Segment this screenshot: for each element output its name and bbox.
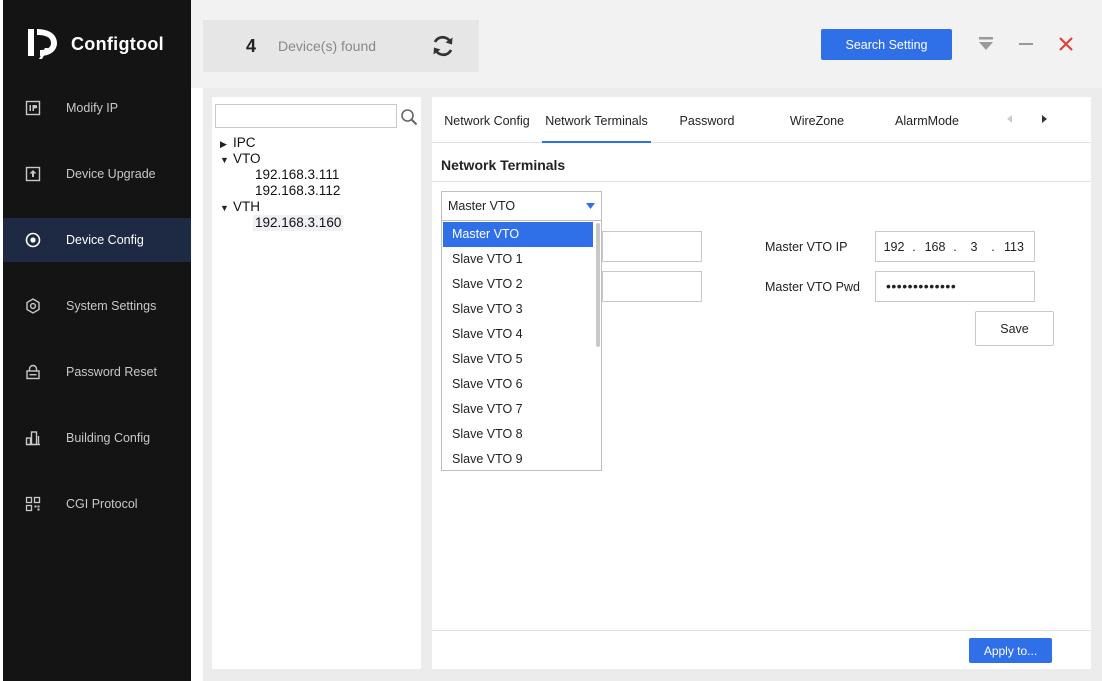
- tree-leaf-device-selected[interactable]: 192.168.3.160: [253, 215, 344, 231]
- sidebar-item-label: CGI Protocol: [66, 497, 138, 511]
- sidebar-item-label: Building Config: [66, 431, 151, 445]
- sidebar-item-device-upgrade[interactable]: Device Upgrade: [3, 152, 191, 196]
- dropdown-option[interactable]: Slave VTO 5: [443, 347, 593, 372]
- tree-leaf-device[interactable]: 192.168.3.112: [253, 183, 342, 199]
- refresh-icon[interactable]: [430, 33, 456, 59]
- sidebar-item-password-reset[interactable]: Password Reset: [3, 350, 191, 394]
- sidebar-item-device-config[interactable]: Device Config: [3, 218, 191, 262]
- master-vto-pwd-label: Master VTO Pwd: [765, 280, 860, 294]
- tree-search-input[interactable]: [215, 104, 397, 128]
- sidebar: Configtool Modify IP Device Upgrade Devi…: [3, 0, 191, 681]
- qr-icon: [25, 496, 41, 512]
- dropdown-scrollbar[interactable]: [596, 223, 600, 347]
- search-icon[interactable]: [400, 108, 418, 126]
- device-count: 4: [246, 36, 257, 56]
- tree-leaf-device[interactable]: 192.168.3.111: [253, 167, 341, 183]
- master-vto-ip-label: Master VTO IP: [765, 240, 848, 254]
- ip-dot: .: [953, 240, 957, 254]
- master-vto-pwd-field[interactable]: •••••••••••••: [875, 271, 1035, 302]
- apply-to-button[interactable]: Apply to...: [969, 638, 1052, 663]
- master-vto-ip-field[interactable]: 192 . 168 . 3 . 113: [875, 231, 1035, 262]
- dropdown-option[interactable]: Slave VTO 7: [443, 397, 593, 422]
- dropdown-option[interactable]: Slave VTO 8: [443, 422, 593, 447]
- tab-scroll-left-icon[interactable]: [1003, 112, 1017, 126]
- vto-type-dropdown: Master VTO Slave VTO 1 Slave VTO 2 Slave…: [441, 220, 602, 471]
- tree-group-vto[interactable]: ▼ VTO: [220, 151, 261, 167]
- sidebar-item-system-settings[interactable]: System Settings: [3, 284, 191, 328]
- dropdown-option[interactable]: Slave VTO 2: [443, 272, 593, 297]
- tab-password[interactable]: Password: [667, 97, 747, 143]
- ip-octet-3[interactable]: 3: [960, 240, 988, 254]
- ip-octet-2[interactable]: 168: [921, 240, 949, 254]
- tree-group-label: IPC: [233, 135, 256, 150]
- footer-divider: [432, 630, 1091, 631]
- building-icon: [25, 430, 41, 446]
- tab-alarmmode[interactable]: AlarmMode: [887, 97, 967, 143]
- logo-icon: [28, 29, 57, 59]
- upload-icon: [25, 166, 41, 182]
- dropdown-option[interactable]: Slave VTO 3: [443, 297, 593, 322]
- dropdown-menu-icon[interactable]: [978, 36, 994, 52]
- sidebar-item-modify-ip[interactable]: Modify IP: [3, 86, 191, 130]
- tree-group-label: VTH: [233, 199, 260, 214]
- chevron-down-icon: [586, 203, 595, 209]
- select-value: Master VTO: [448, 199, 516, 213]
- device-tree-panel: ▶ IPC ▼ VTO 192.168.3.111 192.168.3.112 ▼ V…: [212, 97, 421, 669]
- minimize-icon[interactable]: [1018, 36, 1034, 52]
- tab-network-config[interactable]: Network Config: [441, 97, 533, 143]
- device-found-box: 4 Device(s) found: [203, 20, 479, 72]
- hidden-input-2[interactable]: [602, 271, 702, 302]
- vto-type-select[interactable]: Master VTO: [441, 191, 602, 222]
- tab-scroll-right-icon[interactable]: [1037, 112, 1051, 126]
- tab-network-terminals[interactable]: Network Terminals: [542, 97, 651, 143]
- close-icon[interactable]: [1058, 36, 1074, 52]
- sidebar-item-label: Modify IP: [66, 101, 119, 115]
- tree-group-label: VTO: [233, 151, 261, 166]
- device-found-label: Device(s) found: [278, 38, 377, 54]
- tree-group-ipc[interactable]: ▶ IPC: [220, 135, 256, 151]
- tab-bar: Network Config Network Terminals Passwor…: [432, 97, 1091, 143]
- caret-down-icon[interactable]: ▼: [220, 200, 230, 216]
- section-divider: [432, 181, 1091, 182]
- sidebar-item-label: Device Config: [66, 233, 144, 247]
- lock-icon: [25, 364, 41, 380]
- app-name: Configtool: [71, 33, 164, 54]
- ip-icon: [25, 100, 41, 116]
- header-bar: 4 Device(s) found Search Setting: [191, 0, 1102, 88]
- save-button[interactable]: Save: [975, 311, 1054, 346]
- sidebar-item-label: Device Upgrade: [66, 167, 156, 181]
- sidebar-item-cgi-protocol[interactable]: CGI Protocol: [3, 482, 191, 526]
- ip-octet-1[interactable]: 192: [880, 240, 908, 254]
- target-icon: [25, 232, 41, 248]
- tab-wirezone[interactable]: WireZone: [777, 97, 857, 143]
- sidebar-item-building-config[interactable]: Building Config: [3, 416, 191, 460]
- tree-group-vth[interactable]: ▼ VTH: [220, 199, 260, 215]
- configtool-window: Configtool Modify IP Device Upgrade Devi…: [0, 0, 1102, 681]
- search-setting-button[interactable]: Search Setting: [821, 29, 952, 60]
- dropdown-option[interactable]: Master VTO: [443, 222, 593, 247]
- hidden-input-1[interactable]: [602, 231, 702, 262]
- sidebar-item-label: Password Reset: [66, 365, 158, 379]
- caret-right-icon[interactable]: ▶: [220, 136, 230, 152]
- ip-dot: .: [912, 240, 916, 254]
- caret-down-icon[interactable]: ▼: [220, 152, 230, 168]
- app-logo: Configtool: [25, 26, 164, 62]
- dropdown-option[interactable]: Slave VTO 9: [443, 447, 593, 470]
- gear-icon: [25, 298, 41, 314]
- dropdown-option[interactable]: Slave VTO 4: [443, 322, 593, 347]
- dropdown-option[interactable]: Slave VTO 1: [443, 247, 593, 272]
- ip-octet-4[interactable]: 113: [1000, 240, 1028, 254]
- sidebar-item-label: System Settings: [66, 299, 157, 313]
- section-title: Network Terminals: [441, 157, 566, 173]
- dropdown-option[interactable]: Slave VTO 6: [443, 372, 593, 397]
- ip-dot: .: [991, 240, 995, 254]
